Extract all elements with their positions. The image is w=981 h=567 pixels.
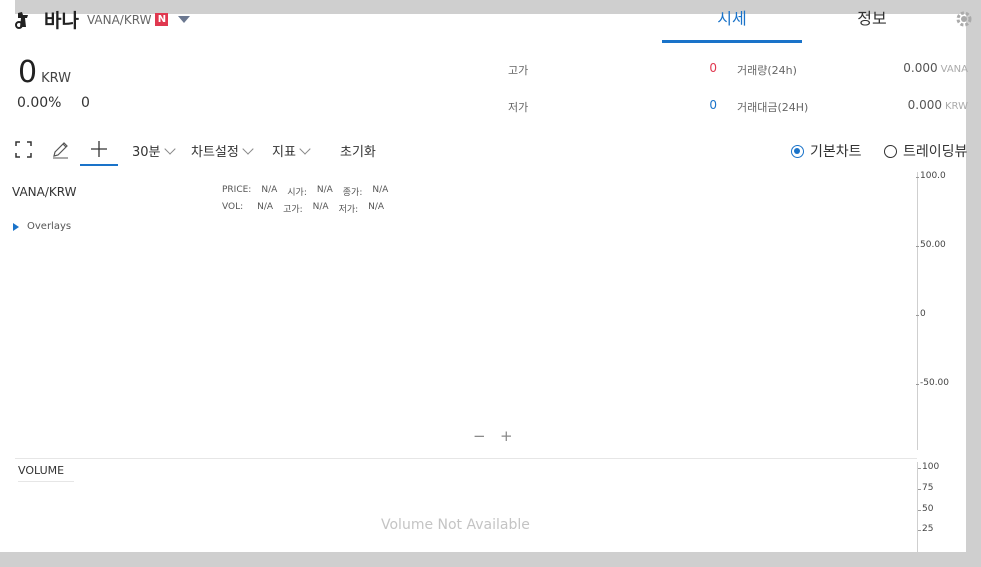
volume-empty-message: Volume Not Available [381,517,530,533]
volume-axis-tick: 75 [917,483,934,493]
amount24-unit: KRW [945,101,968,112]
crosshair-active-indicator [80,164,118,166]
coin-pair: VANA/KRW [86,12,152,27]
volume-axis-line [917,462,918,552]
price-value: 0 [18,55,38,90]
volume-title: VOLUME [18,464,65,477]
legend-vol-row: VOL: N/A 고가: N/A 저가: N/A [222,202,394,215]
volume24-label: 거래량(24h) [737,64,797,77]
volume24-unit: VANA [940,64,968,75]
legend-high-value: N/A [312,202,329,212]
high-label: 고가 [508,64,529,77]
legend-vol-value: N/A [257,202,274,212]
new-badge: N [155,13,169,26]
price-axis-line [917,172,918,450]
radio-basic-chart[interactable]: 기본차트 [791,141,862,161]
radio-unchecked-icon [884,144,897,158]
legend-open-value: N/A [316,185,333,195]
chart-divider [15,458,917,459]
chart-settings-label: 차트설정 [191,145,239,160]
legend-low-label: 저가: [338,205,359,215]
volume24-number: 0.000 [903,61,938,75]
overlays-toggle[interactable]: Overlays [13,221,71,232]
chart-symbol: VANA/KRW [12,185,77,199]
volume-axis-tick: 50 [917,504,934,514]
change-value: 0 [81,95,90,111]
legend-low-value: N/A [368,202,385,212]
volume-title-underline [18,481,74,482]
legend-price-value: N/A [261,185,278,195]
reset-button[interactable]: 초기화 [340,141,376,160]
coin-logo-icon [15,11,28,29]
main-panel [15,14,966,552]
legend-price-row: PRICE: N/A 시가: N/A 종가: N/A [222,185,398,198]
volume-axis-tick: 25 [917,524,934,534]
pencil-icon[interactable] [51,140,70,159]
interval-select[interactable]: 30분 [132,141,176,160]
radio-checked-icon [791,144,804,158]
left-strip [0,0,15,552]
legend-price-label: PRICE: [222,185,252,195]
overlays-label: Overlays [27,221,72,232]
low-value: 0 [709,98,717,112]
tab-info[interactable]: 정보 [802,6,942,40]
legend-open-label: 시가: [287,188,307,198]
zoom-in-button[interactable]: + [500,427,513,445]
caret-right-icon [13,222,19,231]
radio-tradingview-label: 트레이딩뷰 [903,144,968,160]
change-percent: 0.00% [17,95,62,111]
low-label: 저가 [508,101,529,114]
amount24-value: 0.000 KRW [860,98,968,112]
indicators-label: 지표 [272,145,296,160]
zoom-out-button[interactable]: − [473,427,486,445]
amount24-label: 거래대금(24H) [737,101,809,114]
coin-header: 바나 VANA/KRW N [12,6,191,33]
price-axis-tick: -50.00 [915,378,950,388]
volume24-value: 0.000 VANA [860,61,968,75]
chart-settings-menu[interactable]: 차트설정 [191,141,254,160]
amount24-number: 0.000 [907,98,942,112]
price-axis-tick: 0 [916,309,926,319]
tab-sise[interactable]: 시세 [662,6,802,43]
high-value: 0 [709,61,717,75]
legend-high-label: 고가: [283,205,303,215]
legend-close-label: 종가: [342,188,363,198]
price-currency: KRW [41,71,71,86]
current-price: 0 KRW [18,55,71,90]
gear-icon[interactable] [955,10,973,28]
interval-label: 30분 [132,145,161,160]
crosshair-icon[interactable] [90,140,108,158]
volume-axis-tick: 100 [917,462,940,472]
radio-tradingview[interactable]: 트레이딩뷰 [884,141,967,161]
coin-name: 바나 [44,10,79,32]
chevron-down-icon [163,142,176,155]
legend-vol-label: VOL: [222,202,244,212]
coin-dropdown-icon[interactable] [178,16,191,23]
fullscreen-icon[interactable] [15,141,32,158]
legend-close-value: N/A [372,185,389,195]
chevron-down-icon [299,142,311,155]
price-axis-tick: 50.00 [916,240,946,250]
indicators-menu[interactable]: 지표 [272,141,311,160]
radio-basic-chart-label: 기본차트 [810,144,862,160]
price-axis-tick: 100.0 [916,171,946,181]
chevron-down-icon [242,142,254,155]
